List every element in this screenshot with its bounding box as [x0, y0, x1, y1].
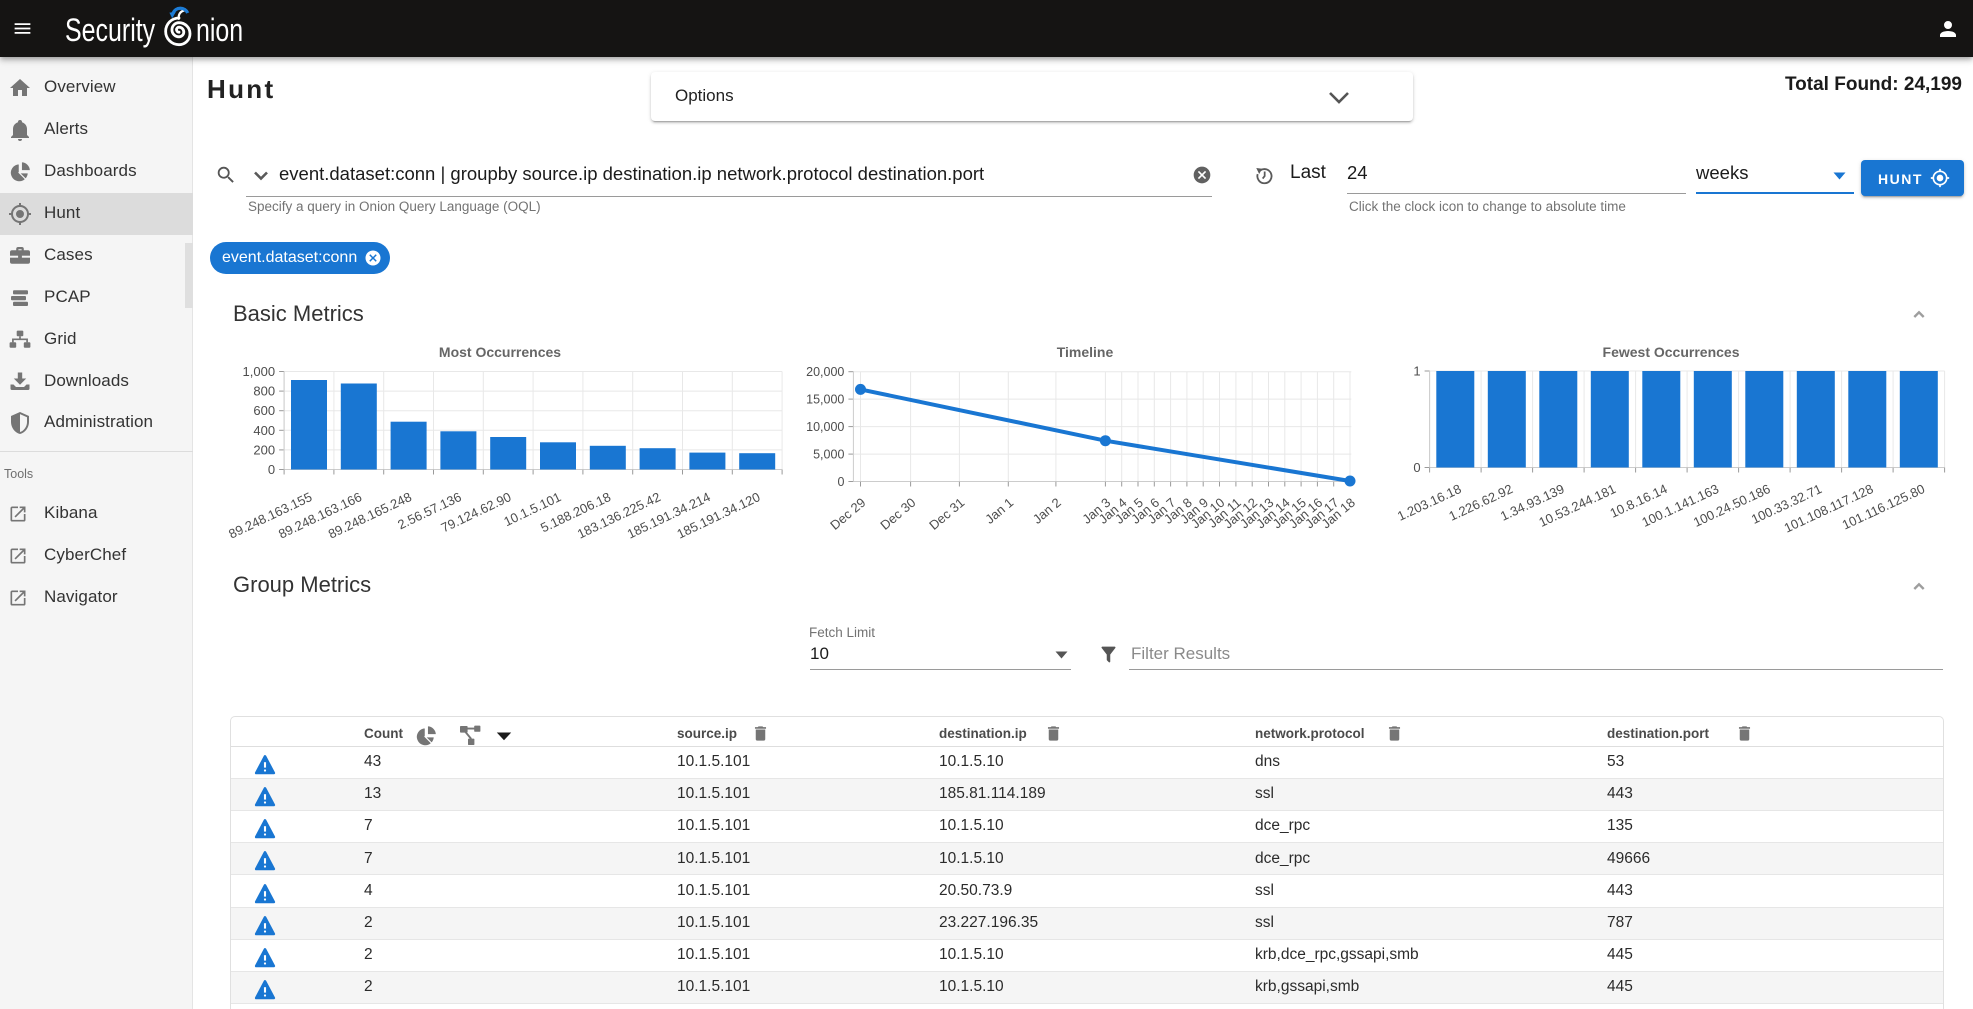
svg-text:400: 400: [253, 423, 275, 438]
svg-text:Timeline: Timeline: [1057, 344, 1114, 360]
svg-text:5,000: 5,000: [813, 448, 844, 462]
svg-text:1: 1: [1413, 364, 1420, 379]
svg-text:Jan 1: Jan 1: [982, 495, 1016, 527]
svg-text:Jan 2: Jan 2: [1030, 495, 1064, 527]
svg-text:Dec 29: Dec 29: [827, 495, 868, 533]
svg-text:Most Occurrences: Most Occurrences: [439, 344, 561, 360]
svg-text:0: 0: [837, 475, 844, 489]
svg-text:15,000: 15,000: [806, 393, 844, 407]
svg-text:600: 600: [253, 403, 275, 418]
svg-text:10,000: 10,000: [806, 420, 844, 434]
svg-text:Fewest Occurrences: Fewest Occurrences: [1603, 344, 1740, 360]
svg-text:Dec 31: Dec 31: [926, 495, 967, 533]
svg-text:800: 800: [253, 384, 275, 399]
svg-text:Dec 30: Dec 30: [877, 495, 918, 533]
svg-text:20,000: 20,000: [806, 365, 844, 379]
svg-text:0: 0: [268, 462, 275, 477]
svg-text:200: 200: [253, 442, 275, 457]
svg-text:1,000: 1,000: [243, 364, 276, 379]
svg-text:0: 0: [1413, 460, 1420, 475]
